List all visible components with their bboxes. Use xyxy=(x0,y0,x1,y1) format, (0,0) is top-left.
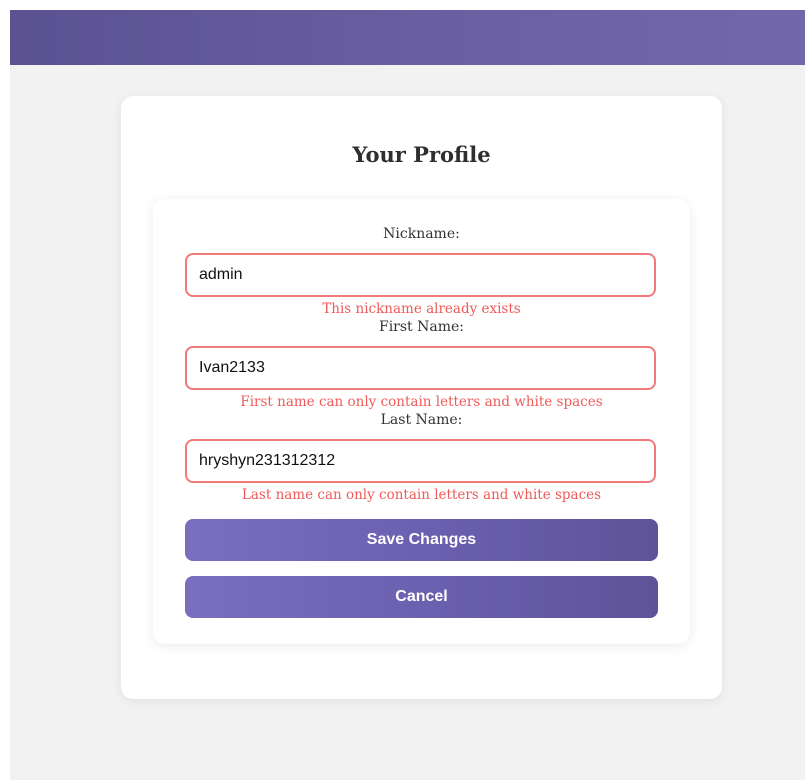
page: Your Profile Nickname: This nickname alr… xyxy=(10,10,805,780)
page-title: Your Profile xyxy=(352,142,491,167)
profile-form: Nickname: This nickname already exists F… xyxy=(153,199,690,644)
nickname-input[interactable] xyxy=(185,253,656,297)
first-name-label: First Name: xyxy=(378,319,465,335)
first-name-input[interactable] xyxy=(185,346,656,390)
first-name-error: First name can only contain letters and … xyxy=(240,394,603,410)
cancel-button[interactable]: Cancel xyxy=(185,576,658,618)
last-name-label: Last Name: xyxy=(380,412,463,428)
last-name-error: Last name can only contain letters and w… xyxy=(241,487,602,503)
nickname-label: Nickname: xyxy=(383,226,460,242)
top-header-bar xyxy=(10,10,805,65)
nickname-error: This nickname already exists xyxy=(322,301,521,317)
save-changes-button[interactable]: Save Changes xyxy=(185,519,658,561)
last-name-input[interactable] xyxy=(185,439,656,483)
profile-card: Your Profile Nickname: This nickname alr… xyxy=(121,96,722,699)
